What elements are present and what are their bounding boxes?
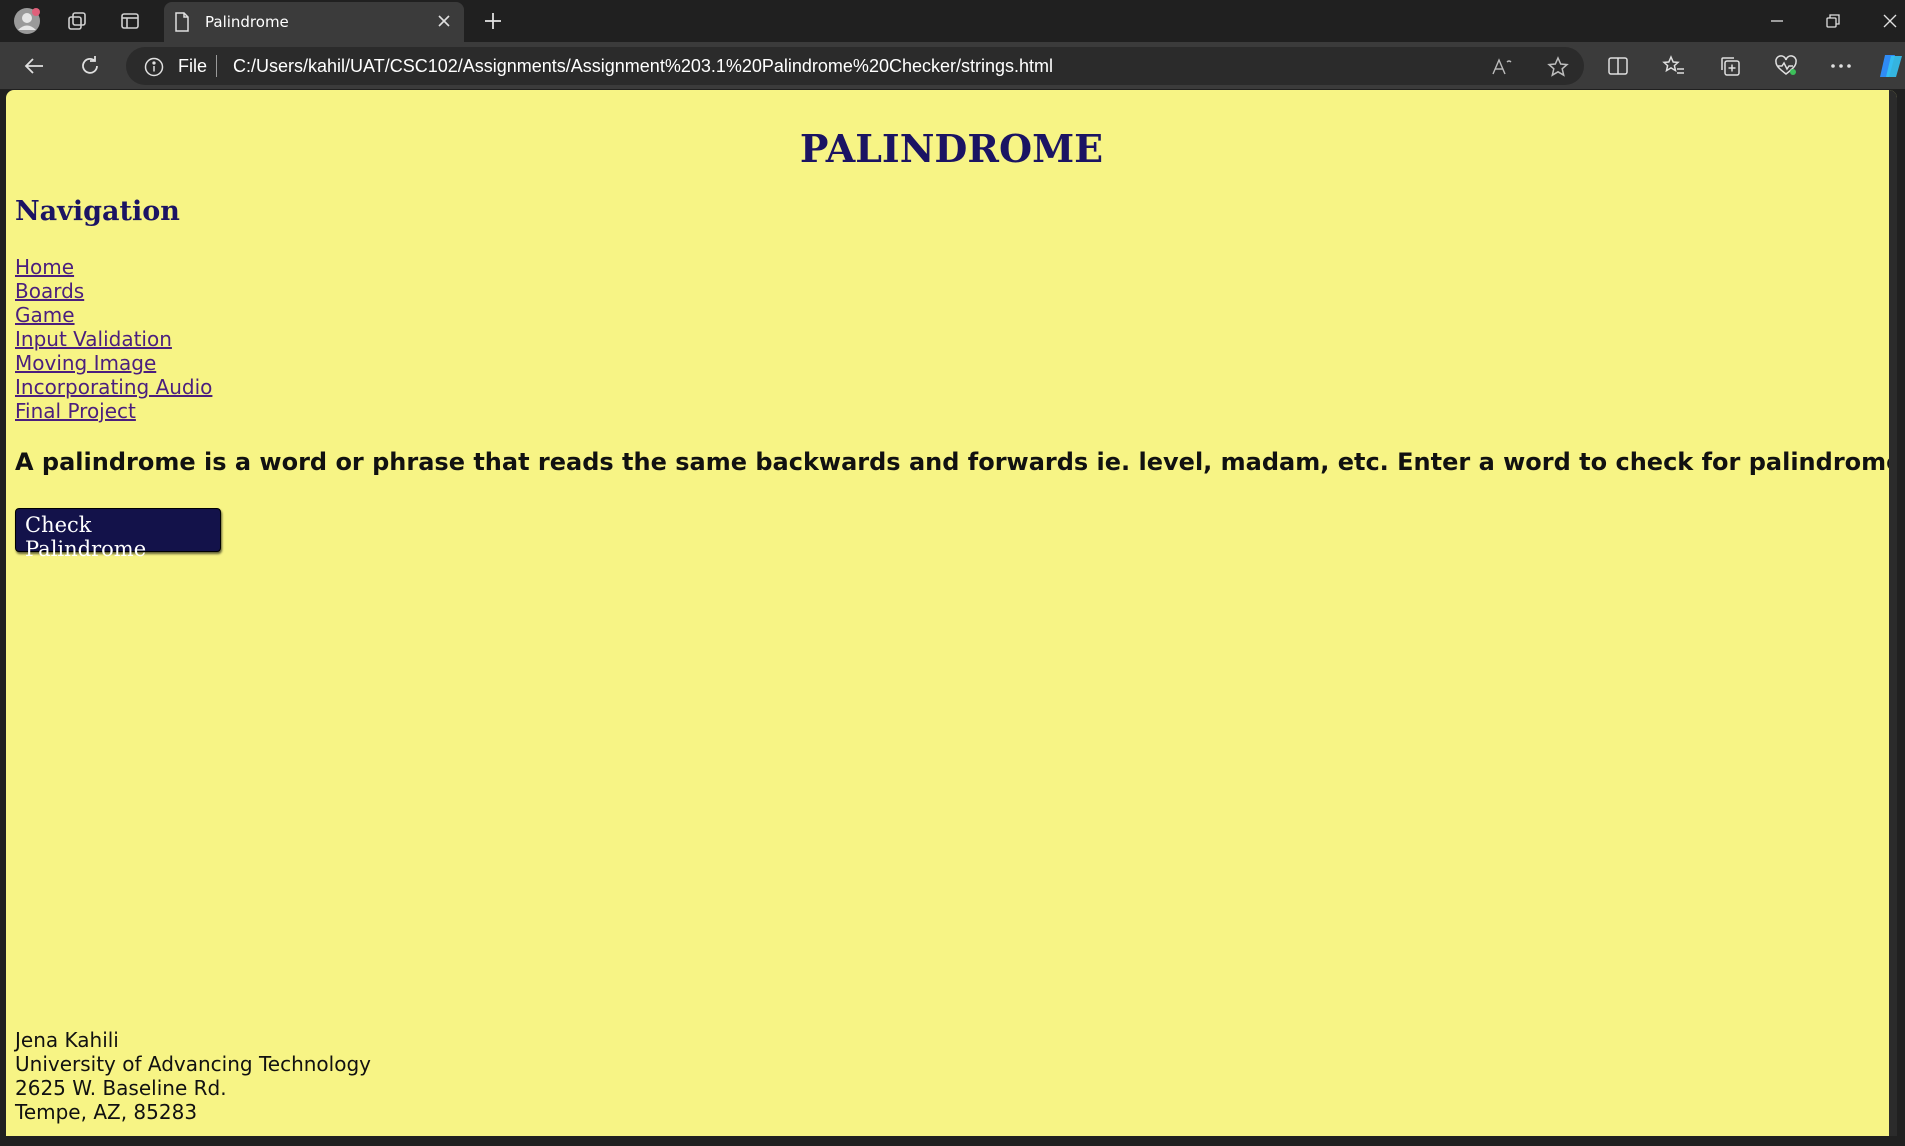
window-bottom-edge [0, 1136, 1905, 1146]
nav-link-final-project[interactable]: Final Project [15, 399, 212, 423]
nav-link-boards[interactable]: Boards [15, 279, 212, 303]
read-aloud-icon[interactable] [1489, 54, 1515, 80]
footer-author: Jena Kahili [15, 1028, 119, 1052]
address-divider [216, 55, 217, 77]
footer-city: Tempe, AZ, 85283 [15, 1100, 198, 1124]
restore-icon[interactable] [1813, 6, 1853, 36]
palindrome-description: A palindrome is a word or phrase that re… [15, 448, 1897, 476]
url-text[interactable]: C:/Users/kahil/UAT/CSC102/Assignments/As… [233, 56, 1053, 77]
back-arrow-icon[interactable] [18, 50, 50, 82]
tab-title: Palindrome [205, 13, 289, 31]
favorites-list-icon[interactable] [1658, 50, 1690, 82]
workspaces-icon[interactable] [62, 6, 92, 36]
nav-link-moving-image[interactable]: Moving Image [15, 351, 212, 375]
scheme-label: File [178, 56, 208, 76]
tab-close-icon[interactable] [434, 11, 454, 31]
page-viewport: PALINDROME Navigation Home Boards Game I… [6, 90, 1897, 1136]
vertical-scrollbar[interactable] [1889, 90, 1897, 1136]
browser-toolbar: File C:/Users/kahil/UAT/CSC102/Assignmen… [0, 42, 1905, 89]
minimize-icon[interactable] [1757, 6, 1797, 36]
new-tab-plus-icon[interactable] [478, 6, 508, 36]
star-icon[interactable] [1545, 54, 1571, 80]
nav-link-game[interactable]: Game [15, 303, 212, 327]
footer-school: University of Advancing Technology [15, 1052, 371, 1076]
page-title: PALINDROME [799, 126, 1104, 171]
close-window-icon[interactable] [1870, 6, 1905, 36]
document-icon [174, 12, 190, 36]
check-palindrome-button[interactable]: Check Palindrome [15, 508, 221, 561]
nav-link-incorporating-audio[interactable]: Incorporating Audio [15, 375, 212, 399]
refresh-icon[interactable] [74, 50, 106, 82]
info-icon[interactable] [144, 57, 164, 82]
vertical-tabs-icon[interactable] [115, 6, 145, 36]
footer-street: 2625 W. Baseline Rd. [15, 1076, 227, 1100]
nav-link-home[interactable]: Home [15, 255, 212, 279]
tab-strip: Palindrome [0, 0, 1905, 42]
footer-address: Jena Kahili University of Advancing Tech… [15, 1028, 371, 1124]
heart-pulse-icon[interactable] [1770, 50, 1802, 82]
tab-palindrome[interactable]: Palindrome [164, 2, 464, 42]
profile-avatar-icon[interactable] [12, 6, 42, 36]
copilot-icon[interactable] [1875, 50, 1905, 82]
nav-link-input-validation[interactable]: Input Validation [15, 327, 212, 351]
collections-icon[interactable] [1714, 50, 1746, 82]
split-screen-icon[interactable] [1602, 50, 1634, 82]
more-icon[interactable] [1825, 50, 1857, 82]
navigation-links: Home Boards Game Input Validation Moving… [15, 255, 212, 423]
navigation-heading: Navigation [15, 196, 180, 227]
address-bar[interactable]: File C:/Users/kahil/UAT/CSC102/Assignmen… [126, 47, 1584, 85]
